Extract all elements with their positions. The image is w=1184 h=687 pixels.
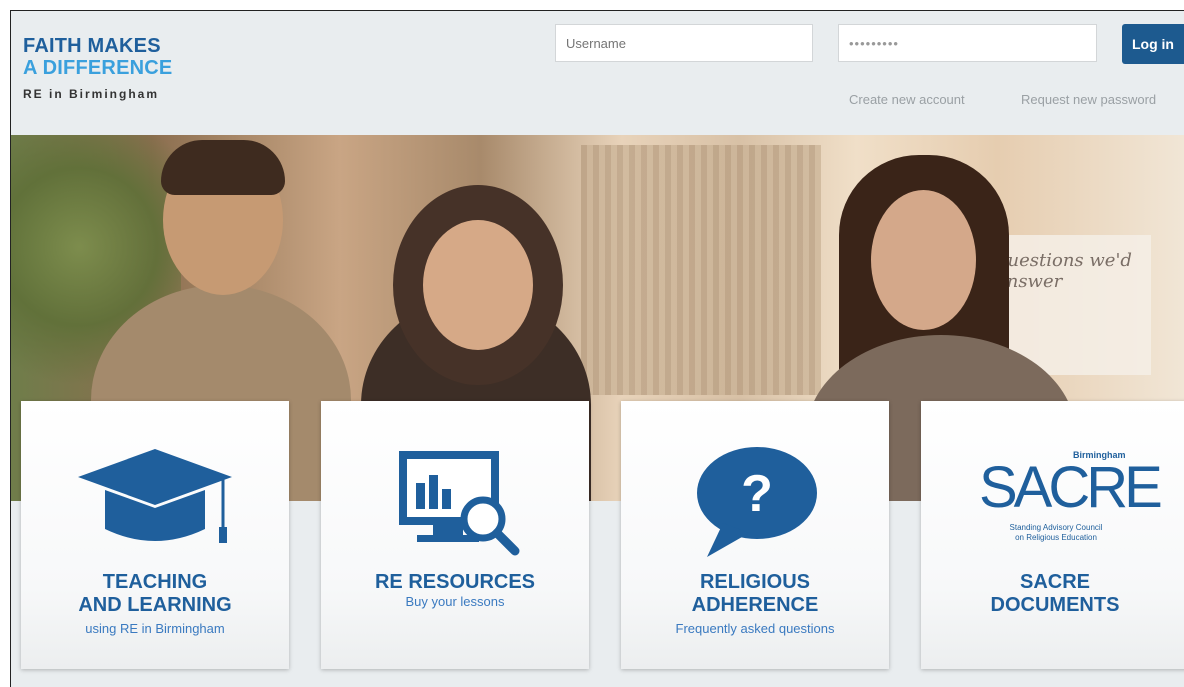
card-subtitle: using RE in Birmingham bbox=[85, 621, 225, 636]
password-input[interactable] bbox=[838, 24, 1097, 62]
card-title-line-1: RE RESOURCES bbox=[374, 571, 536, 593]
card-title-line-2: DOCUMENTS bbox=[990, 594, 1120, 616]
card-religious-adherence[interactable]: ? RELIGIOUS ADHERENCE Frequently asked q… bbox=[621, 401, 889, 669]
hero-girl-face bbox=[423, 220, 533, 350]
sacre-logo-line-1: Standing Advisory Council bbox=[1009, 523, 1103, 532]
card-title: SACRE DOCUMENTS bbox=[921, 571, 1184, 617]
site-logo[interactable]: FAITH MAKES A DIFFERENCE RE in Birmingha… bbox=[23, 35, 172, 101]
logo-line-1: FAITH MAKES bbox=[23, 35, 161, 57]
logo-line-2: A DIFFERENCE bbox=[23, 57, 173, 79]
login-button[interactable]: Log in bbox=[1122, 24, 1184, 64]
card-subtitle: Buy your lessons bbox=[405, 594, 505, 609]
card-teaching-learning[interactable]: TEACHING AND LEARNING using RE in Birmin… bbox=[21, 401, 289, 669]
card-title-line-1: SACRE bbox=[1019, 571, 1090, 593]
card-sacre-documents[interactable]: Birmingham SACRE Standing Advisory Counc… bbox=[921, 401, 1184, 669]
card-title: TEACHING AND LEARNING using RE in Birmin… bbox=[21, 571, 289, 637]
svg-text:?: ? bbox=[741, 465, 773, 523]
card-title-line-2: ADHERENCE bbox=[691, 594, 819, 616]
whiteboard-text: questions we'd answer bbox=[996, 250, 1132, 292]
hero-boy-hair bbox=[161, 140, 285, 195]
hero-fence bbox=[581, 145, 821, 395]
card-title-line-1: RELIGIOUS bbox=[699, 571, 810, 593]
card-re-resources[interactable]: RE RESOURCES Buy your lessons bbox=[321, 401, 589, 669]
create-account-link[interactable]: Create new account bbox=[849, 92, 965, 107]
graduation-cap-icon bbox=[21, 441, 289, 561]
card-title: RE RESOURCES Buy your lessons bbox=[321, 571, 589, 610]
request-password-link[interactable]: Request new password bbox=[1021, 92, 1156, 107]
question-speech-bubble-icon: ? bbox=[621, 441, 889, 561]
sacre-logo-line-2: on Religious Education bbox=[1015, 533, 1097, 542]
sacre-logo-wordmark: SACRE bbox=[979, 455, 1163, 520]
username-input[interactable] bbox=[555, 24, 813, 62]
page-frame: FAITH MAKES A DIFFERENCE RE in Birmingha… bbox=[10, 10, 1184, 687]
card-subtitle: Frequently asked questions bbox=[675, 621, 835, 636]
card-title-line-2: AND LEARNING bbox=[78, 594, 232, 616]
hero-woman-face bbox=[871, 190, 976, 330]
card-title-line-1: TEACHING bbox=[102, 571, 208, 593]
card-title: RELIGIOUS ADHERENCE Frequently asked que… bbox=[621, 571, 889, 637]
monitor-chart-search-icon bbox=[321, 441, 589, 561]
logo-tagline: RE in Birmingham bbox=[23, 87, 160, 101]
